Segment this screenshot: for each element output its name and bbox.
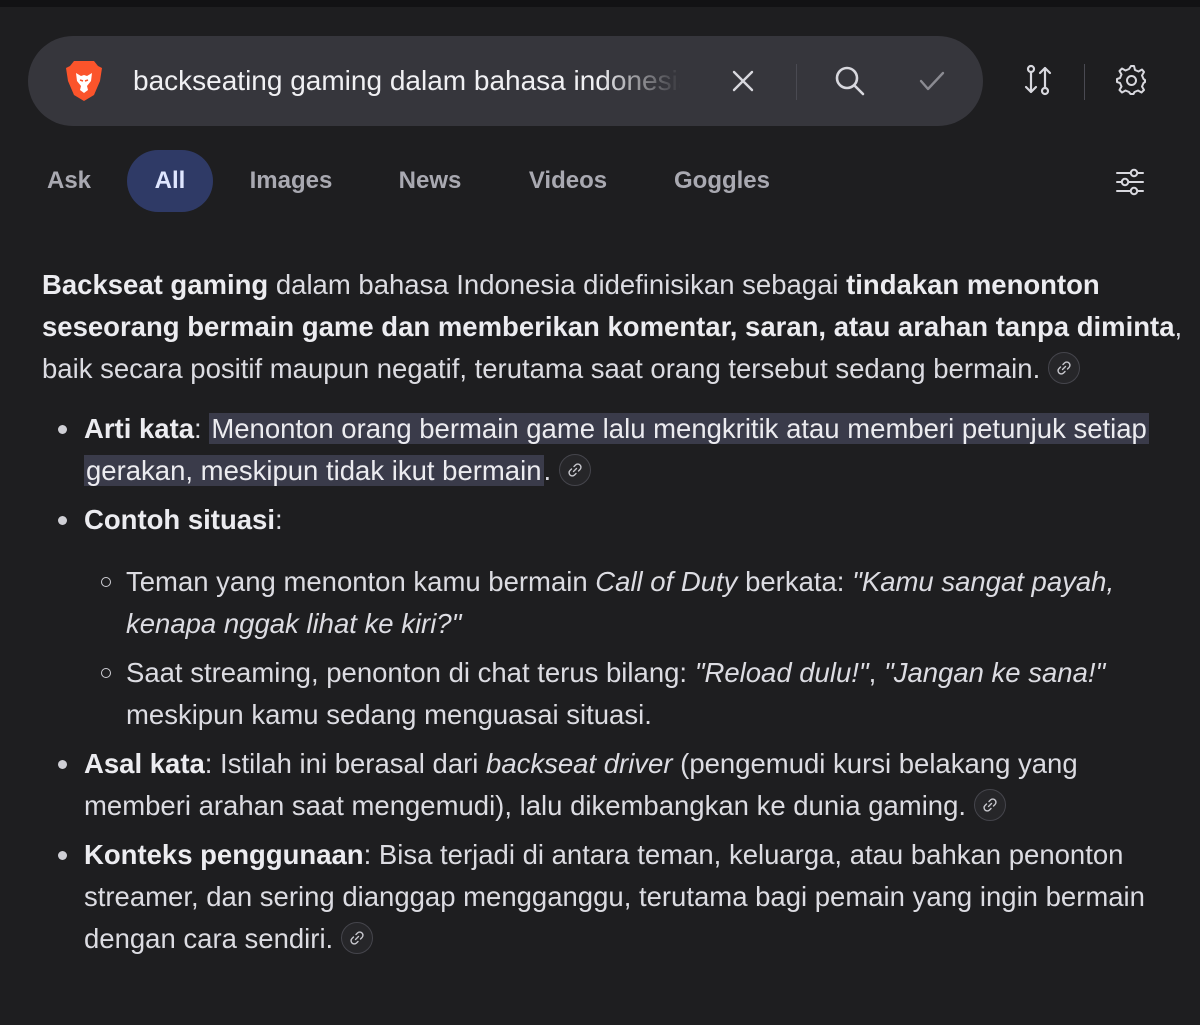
answer-list: Arti kata: Menonton orang bermain game l… — [42, 408, 1192, 960]
citation-link-icon[interactable] — [1048, 351, 1081, 384]
answer-intro: Backseat gaming dalam bahasa Indonesia d… — [42, 269, 1183, 384]
search-icon[interactable] — [830, 61, 870, 101]
search-divider — [796, 64, 797, 100]
sub-list-item: Teman yang menonton kamu bermain Call of… — [101, 561, 1192, 645]
checkmark-icon[interactable] — [912, 61, 952, 101]
search-bar: backseating gaming dalam bahasa indonesi… — [28, 36, 983, 126]
citation-link-icon[interactable] — [559, 453, 592, 486]
gear-icon[interactable] — [1111, 60, 1151, 100]
tab-videos[interactable]: Videos — [515, 150, 621, 212]
close-icon[interactable] — [723, 61, 763, 101]
top-strip — [0, 0, 1200, 7]
tab-images[interactable]: Images — [233, 150, 349, 212]
sort-icon[interactable] — [1018, 60, 1058, 100]
list-item: Arti kata: Menonton orang bermain game l… — [58, 408, 1192, 492]
list-item: Asal kata: Istilah ini berasal dari back… — [58, 743, 1192, 827]
citation-link-icon[interactable] — [974, 788, 1007, 821]
tab-goggles[interactable]: Goggles — [660, 150, 784, 212]
filter-settings-icon[interactable] — [1110, 162, 1150, 202]
sub-list-item: Saat streaming, penonton di chat terus b… — [101, 652, 1192, 736]
search-input[interactable]: backseating gaming dalam bahasa indonesi… — [133, 61, 681, 101]
brave-lion-logo-icon[interactable] — [64, 59, 104, 103]
sub-list: Teman yang menonton kamu bermain Call of… — [84, 561, 1192, 736]
list-item: Contoh situasi: Teman yang menonton kamu… — [58, 499, 1192, 736]
tab-news[interactable]: News — [383, 150, 477, 212]
list-item: Konteks penggunaan: Bisa terjadi di anta… — [58, 834, 1192, 960]
citation-link-icon[interactable] — [341, 921, 374, 954]
ai-answer: Backseat gaming dalam bahasa Indonesia d… — [42, 264, 1192, 967]
toolbar-divider — [1084, 64, 1085, 100]
tab-all[interactable]: All — [127, 150, 213, 212]
highlighted-text: Menonton orang bermain game lalu mengkri… — [84, 413, 1149, 486]
tab-ask[interactable]: Ask — [28, 150, 110, 212]
